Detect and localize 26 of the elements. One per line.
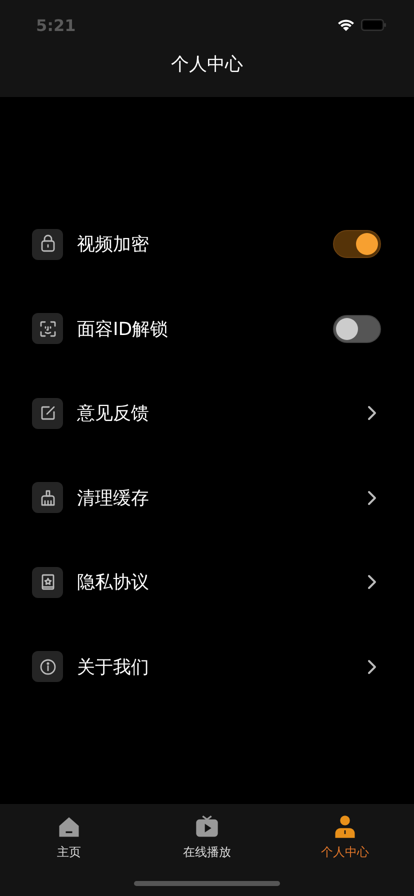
lock-icon	[32, 228, 63, 260]
chevron-icon[interactable]	[367, 405, 377, 422]
page-title: 个人中心	[170, 53, 244, 76]
setting-label: 意见反馈	[77, 402, 150, 426]
setting-label: 清理缓存	[77, 486, 150, 510]
tab[interactable]: 个人中心	[276, 804, 414, 861]
info-icon	[32, 651, 63, 682]
battery-icon	[361, 19, 386, 31]
broom-icon	[32, 482, 63, 514]
chevron-icon[interactable]	[367, 658, 377, 675]
wifi-icon	[337, 18, 355, 32]
chevron-icon[interactable]	[367, 490, 377, 506]
book-icon	[32, 566, 63, 598]
setting-label: 关于我们	[77, 656, 150, 679]
setting-label: 面容ID解锁	[77, 318, 170, 341]
setting-label: 隐私协议	[77, 571, 150, 594]
tab[interactable]: 在线播放	[138, 804, 276, 861]
toggle-switch[interactable]	[333, 230, 381, 258]
toggle-switch[interactable]	[333, 314, 381, 343]
face-scan-icon	[32, 313, 63, 344]
tv-play-icon	[194, 814, 220, 840]
setting-label: 视频加密	[77, 233, 150, 256]
tab[interactable]: 主页	[0, 804, 138, 861]
edit-icon	[32, 398, 63, 429]
status-time: 5:21	[36, 16, 76, 34]
chevron-icon[interactable]	[367, 574, 377, 590]
